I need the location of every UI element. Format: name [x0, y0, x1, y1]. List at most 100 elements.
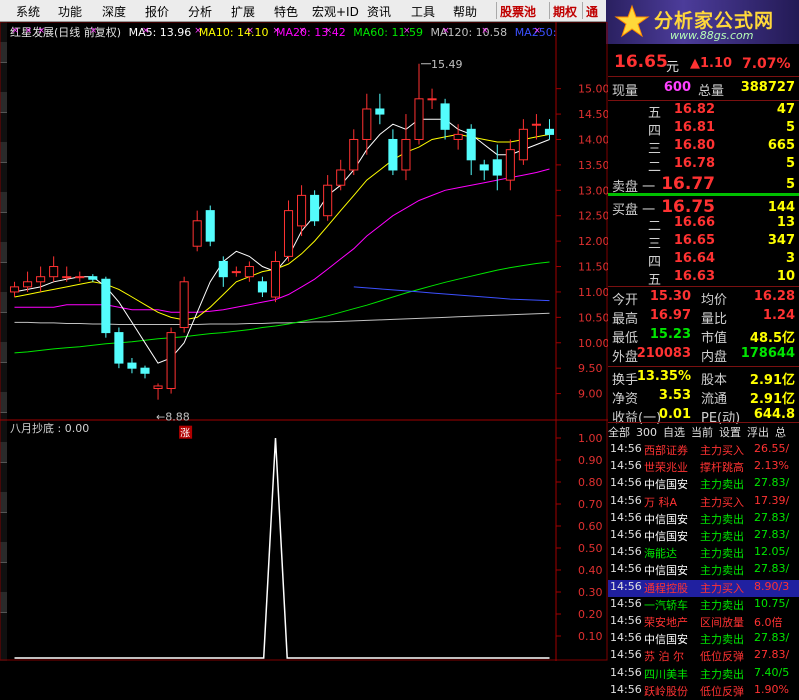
tick-stock-name: 荣安地产	[644, 616, 688, 629]
zongliang-value: 388727	[740, 80, 795, 95]
tick-tab-5[interactable]: 浮出	[747, 426, 769, 439]
stat-label: 流通	[701, 392, 728, 407]
top-marker: ×	[142, 26, 150, 36]
sell-level-4: 卖盘 一 16.77 5	[608, 174, 799, 195]
tick-tab-6[interactable]: 总	[775, 426, 786, 439]
candle-body	[362, 108, 372, 140]
y-axis-label: 12.00	[578, 235, 608, 248]
divider	[608, 366, 799, 367]
divider	[608, 100, 799, 101]
tick-row[interactable]: 14:56 万 科A 主力买入 17.39/	[608, 494, 799, 511]
stat-row-1: 最高 16.97 量比 1.24	[608, 308, 799, 327]
top-marker: ×	[299, 26, 307, 36]
tick-value: 27.83/	[754, 528, 790, 541]
tick-row[interactable]: 14:56 世荣兆业 撑杆跳高 2.13%	[608, 459, 799, 476]
menu-item-5[interactable]: 扩展	[231, 3, 255, 20]
kline-chart[interactable]: 15.00 14.50 14.00 13.50 13.00 12.50 12.00 11.50…	[0, 22, 608, 661]
tick-time: 14:56	[610, 596, 642, 610]
candle-body	[49, 266, 59, 278]
divider	[608, 76, 799, 77]
buy-volume: 144	[767, 200, 795, 215]
zongliang-label: 总量	[698, 84, 725, 99]
tick-row[interactable]: 14:56 中信国安 主力卖出 27.83/	[608, 631, 799, 648]
candle-body	[466, 128, 476, 161]
candle-body	[414, 98, 424, 140]
candle-body	[244, 266, 254, 278]
tick-row[interactable]: 14:56 中信国安 主力卖出 27.83/	[608, 528, 799, 545]
tick-time: 14:56	[610, 442, 642, 455]
tick-time: 14:56	[610, 682, 642, 696]
stat-value: 15.30	[649, 289, 691, 304]
tick-row[interactable]: 14:56 跃岭股份 低位反弹 1.90%	[608, 683, 799, 700]
tick-value: 27.83/	[754, 562, 790, 576]
y-axis-label: 13.00	[578, 184, 608, 197]
tick-time: 14:56	[610, 562, 642, 576]
sell-volume: 5	[785, 177, 795, 192]
tick-row[interactable]: 14:56 一汽轿车 主力卖出 10.75/	[608, 597, 799, 614]
menu-item-7[interactable]: 宏观+ID	[312, 3, 359, 20]
sell-price: 16.80	[673, 138, 715, 153]
tick-tab-2[interactable]: 自选	[663, 426, 685, 439]
menu-item-0[interactable]: 系统	[16, 3, 40, 20]
tick-signal: 主力卖出	[700, 667, 744, 681]
menu-item-6[interactable]: 特色	[274, 3, 298, 20]
current-price: 16.65	[614, 52, 668, 72]
high-annotation: 15.49	[431, 58, 463, 71]
stat-value: 3.53	[658, 388, 691, 403]
tick-row[interactable]: 14:56 中信国安 主力卖出 27.83/	[608, 562, 799, 579]
sell-volume: 47	[776, 102, 795, 117]
tick-time: 14:56	[610, 648, 642, 662]
stat-row-2: 最低 15.23 市值 48.5亿	[608, 327, 799, 346]
buy-level-3: 四 16.64 3	[608, 251, 799, 270]
tick-row[interactable]: 14:56 四川美丰 主力卖出 7.40/5	[608, 666, 799, 683]
buy-volume: 10	[776, 269, 795, 284]
menu-item-2[interactable]: 深度	[102, 3, 126, 20]
tick-tab-4[interactable]: 设置	[719, 426, 741, 439]
site-logo: 分析家公式网 www.88gs.com	[606, 0, 799, 44]
menu-item-8[interactable]: 资讯	[367, 3, 391, 20]
sub-y-axis-label: 0.80	[578, 476, 603, 489]
tick-row[interactable]: 14:56 荣安地产 区间放量 6.0倍	[608, 614, 799, 631]
stat-value: 2.91亿	[749, 392, 795, 407]
tick-row[interactable]: 14:56 通程控股 主力买入 8.90/3	[608, 579, 799, 597]
sell-price: 16.77	[661, 174, 715, 194]
ma10-line	[14, 133, 550, 321]
tick-row[interactable]: 14:56 西部证券 主力买入 26.55/	[608, 442, 799, 459]
stat-value: 48.5亿	[749, 331, 795, 346]
candle-body	[336, 169, 346, 186]
sub-y-axis-label: 0.70	[578, 498, 603, 511]
buy-label: 二	[648, 219, 662, 234]
buy-level-4: 五 16.63 10	[608, 269, 799, 288]
tick-time: 14:56	[610, 528, 642, 541]
menu-item-9[interactable]: 工具	[411, 3, 435, 20]
menu-item-1[interactable]: 功能	[58, 3, 82, 20]
menu-highlight-1[interactable]: 期权	[553, 3, 577, 20]
tick-row[interactable]: 14:56 海能达 主力卖出 12.05/	[608, 545, 799, 562]
ma120-line	[14, 312, 550, 325]
tick-stock-name: 跃岭股份	[644, 684, 688, 698]
tick-row[interactable]: 14:56 苏 泊 尔 低位反弹 27.83/	[608, 648, 799, 665]
tick-row[interactable]: 14:56 中信国安 主力卖出 27.83/	[608, 511, 799, 528]
menu-highlight-0[interactable]: 股票池	[500, 3, 536, 20]
tick-tab-0[interactable]: 全部	[608, 426, 630, 439]
sell-price: 16.78	[673, 156, 715, 171]
sell-price: 16.81	[673, 120, 715, 135]
candle-body	[375, 108, 385, 115]
ma20-line	[14, 168, 550, 313]
menu-item-10[interactable]: 帮助	[453, 3, 477, 20]
tick-stock-name: 四川美丰	[644, 667, 688, 681]
candle-body	[205, 210, 215, 242]
tick-row[interactable]: 14:56 中信国安 主力卖出 27.83/	[608, 476, 799, 493]
stat-value: 13.35%	[636, 369, 691, 384]
candle-body	[153, 385, 163, 390]
menu-item-3[interactable]: 报价	[145, 3, 169, 20]
sub-y-axis-label: 0.40	[578, 564, 603, 577]
menu-item-4[interactable]: 分析	[188, 3, 212, 20]
top-marker: ×	[90, 26, 98, 36]
sell-level-0: 五 16.82 47	[608, 102, 799, 121]
tick-time: 14:56	[610, 493, 642, 507]
tick-tab-1[interactable]: 300	[636, 426, 657, 439]
menu-highlight-2[interactable]: 通	[586, 3, 598, 20]
price-change: ▲1.10	[690, 56, 733, 71]
tick-tab-3[interactable]: 当前	[691, 426, 713, 439]
